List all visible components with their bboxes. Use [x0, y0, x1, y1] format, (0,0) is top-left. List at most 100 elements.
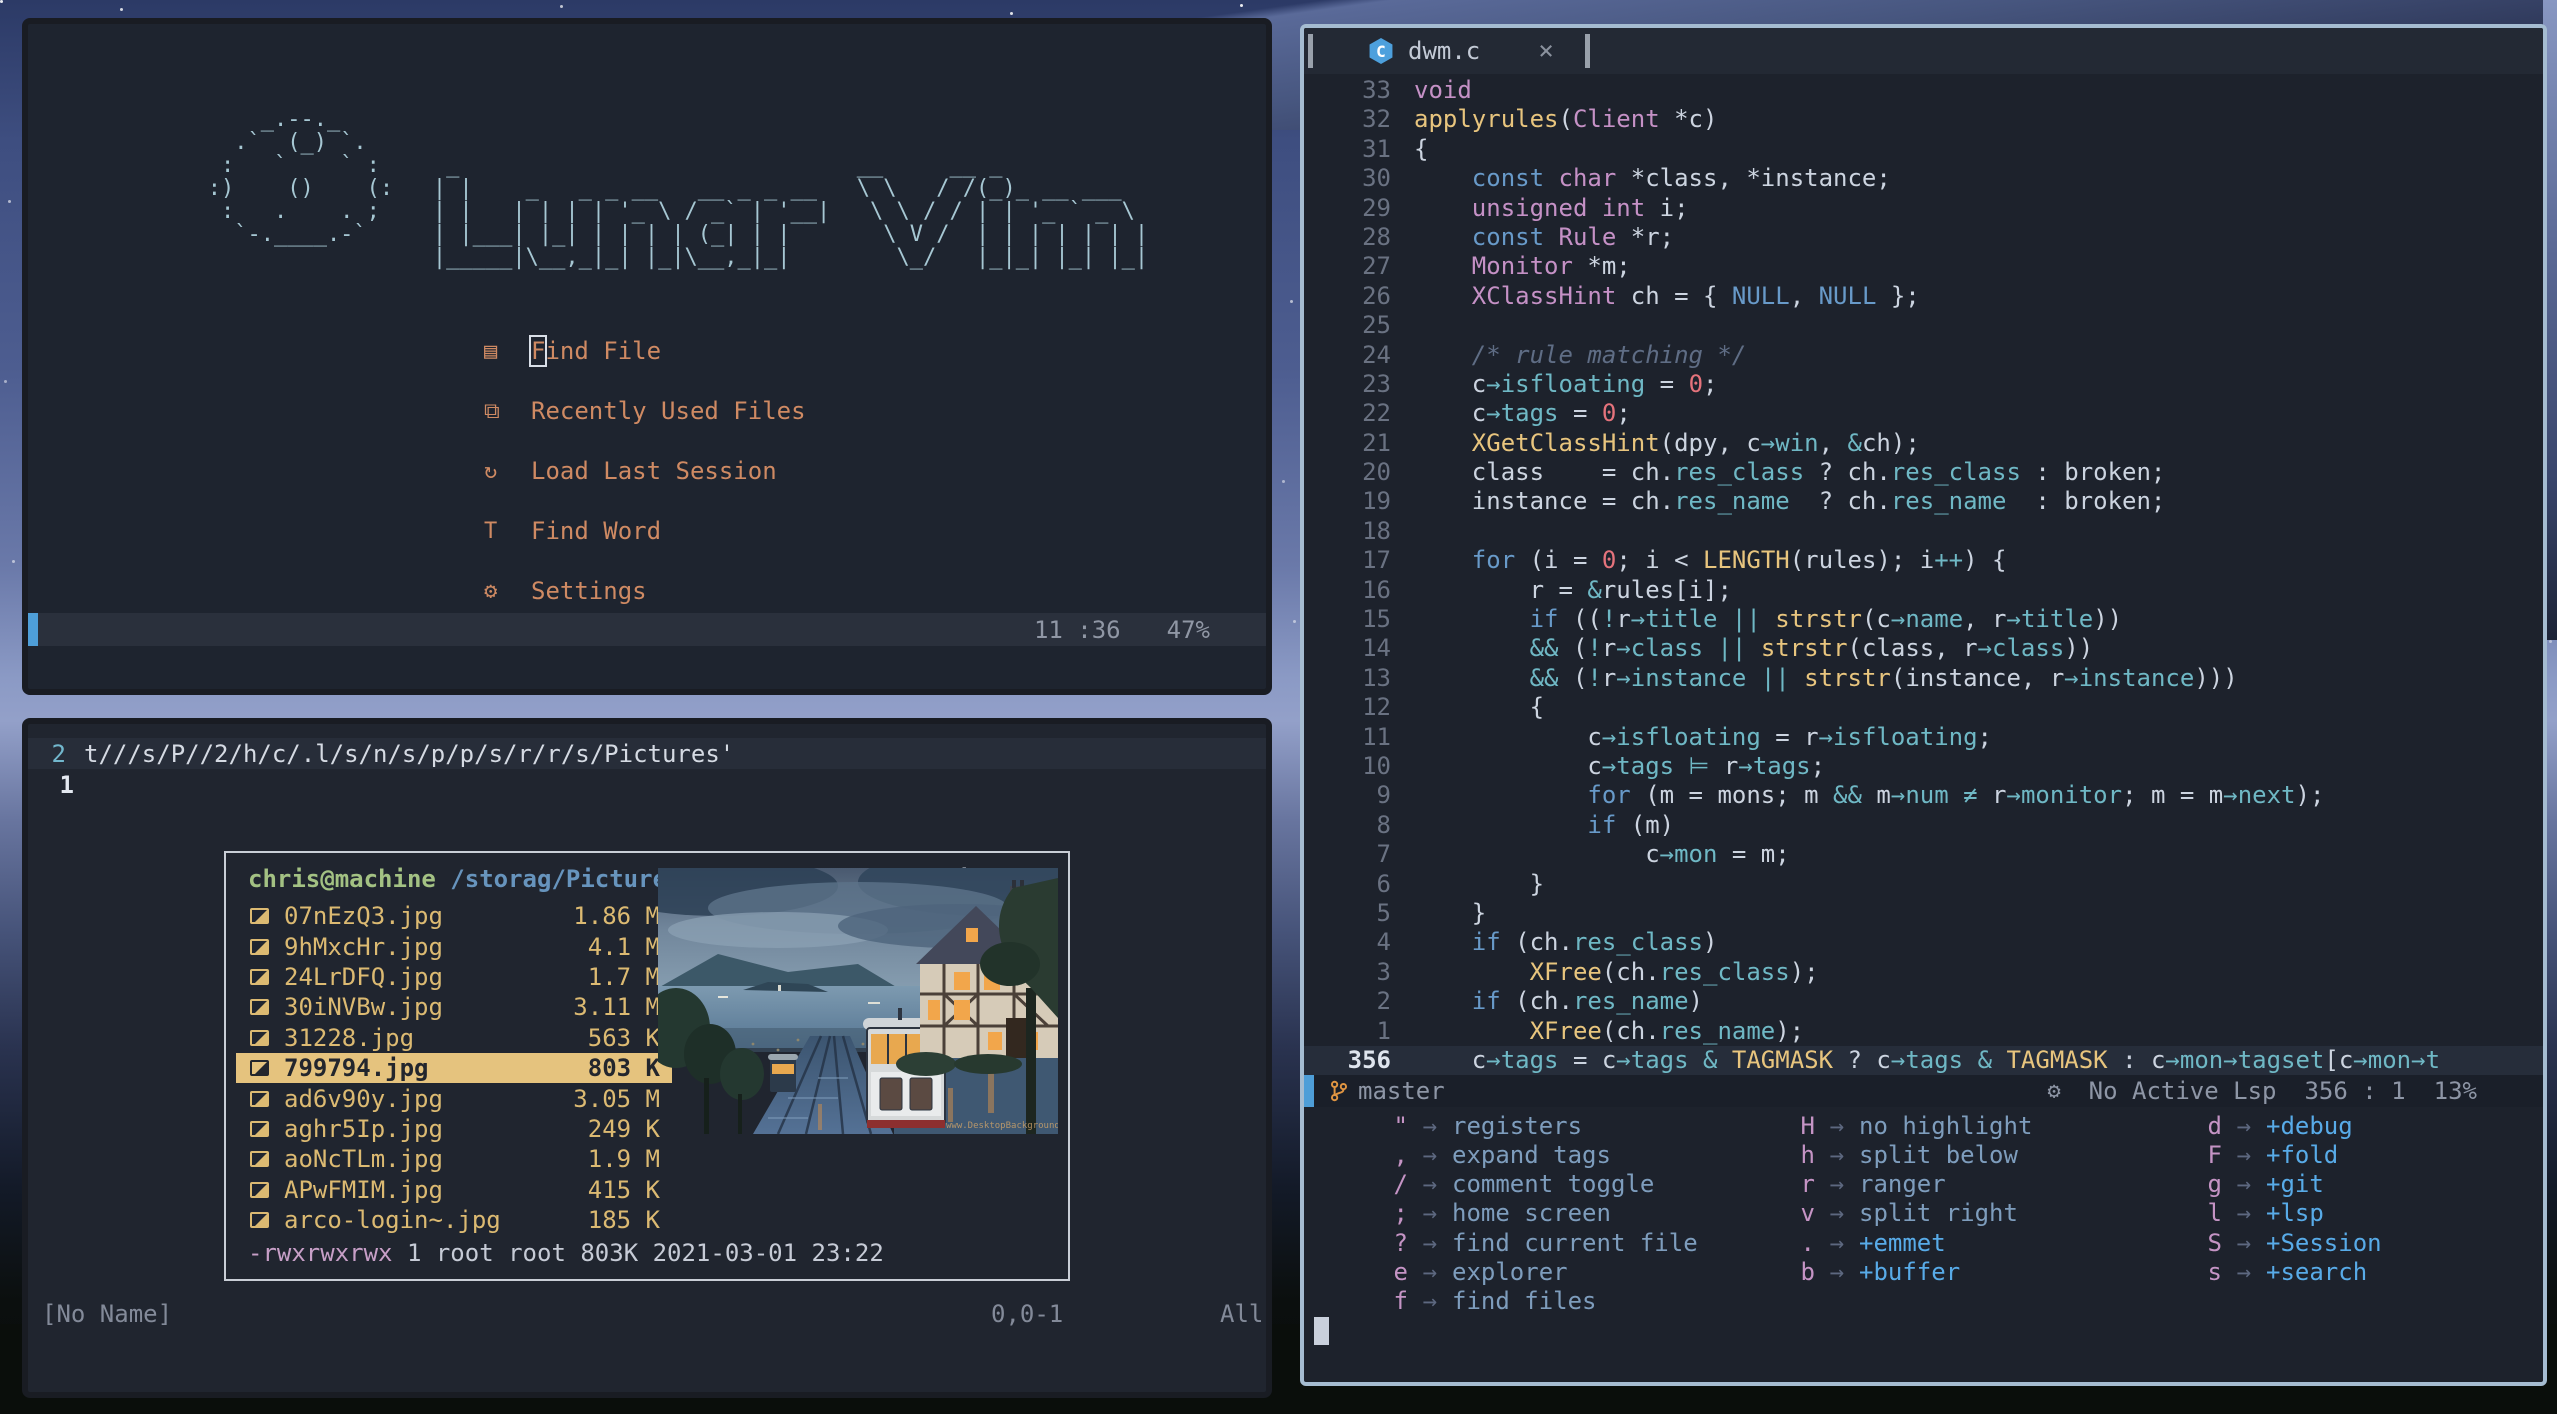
code-line[interactable]: 356 c→tags = c→tags & TAGMASK ? c→tags &… — [1304, 1045, 2543, 1076]
lunarvim-dashboard-window[interactable]: _.--._ .` (_) `. : ` ` : _ __ __ _ :) ()… — [22, 18, 1272, 695]
dashboard-menu-item[interactable]: ⚙ Settings — [484, 576, 806, 606]
code-line[interactable]: 10 c→tags ⊨ r→tags; — [1304, 752, 2543, 781]
code-token: & — [1703, 1045, 1718, 1074]
code-line[interactable]: 24 /* rule matching */ — [1304, 341, 2543, 370]
code-line[interactable]: 22 c→tags = 0; — [1304, 399, 2543, 428]
image-file-icon — [250, 1090, 269, 1107]
picker-file-row[interactable]: 24LrDFQ.jpg 1.7 M — [236, 962, 672, 992]
code-token: XFree — [1529, 957, 1602, 986]
code-token: (( — [1558, 605, 1602, 634]
file-size: 1.86 M — [573, 902, 660, 931]
code-line[interactable]: 16 r = &rules[i]; — [1304, 576, 2543, 605]
code-line[interactable]: 28 const Rule *r; — [1304, 223, 2543, 252]
picker-file-row[interactable]: 9hMxcHr.jpg 4.1 M — [236, 931, 672, 961]
code-token: *r; — [1616, 222, 1675, 251]
line-number: 3 — [1376, 957, 1391, 986]
code-token: = — [1645, 369, 1689, 398]
code-line[interactable]: 18 — [1304, 517, 2543, 546]
arrow-icon: → — [1829, 1111, 1845, 1140]
code-line[interactable]: 13 && (!r→instance || strstr(instance, r… — [1304, 664, 2543, 693]
code-token: ) — [1688, 987, 1703, 1016]
code-token: ); — [2295, 781, 2325, 810]
code-line[interactable]: 6 } — [1304, 870, 2543, 899]
line-number: 1 — [59, 771, 74, 799]
picker-file-row[interactable]: 799794.jpg 803 K — [236, 1052, 672, 1084]
code-editor-area[interactable]: 33 void 32 applyrules(Client *c) 31 { 30… — [1304, 74, 2543, 1076]
code-line[interactable]: 14 && (!r→class || strstr(class, r→class… — [1304, 634, 2543, 663]
code-line[interactable]: 26 XClassHint ch = { NULL, NULL }; — [1304, 282, 2543, 311]
code-line[interactable]: 12 { — [1304, 693, 2543, 722]
code-line[interactable]: 21 XGetClassHint(dpy, c→win, &ch); — [1304, 429, 2543, 458]
dashboard-menu-item[interactable]: ↻ Load Last Session — [484, 456, 806, 486]
code-line[interactable]: 17 for (i = 0; i < LENGTH(rules); i++) { — [1304, 546, 2543, 575]
dashboard-menu-item[interactable]: T Find Word — [484, 516, 806, 546]
code-line[interactable]: 27 Monitor *m; — [1304, 252, 2543, 281]
picker-file-row[interactable]: 07nEzQ3.jpg 1.86 M — [236, 901, 672, 931]
code-token: )) — [2093, 605, 2123, 634]
code-line[interactable]: 20 class = ch.res_class ? ch.res_class :… — [1304, 458, 2543, 487]
tab-dwm-c[interactable]: C dwm.c × — [1368, 36, 1554, 66]
picker-file-row[interactable]: aoNcTLm.jpg 1.9 M — [236, 1144, 672, 1174]
picker-file-row[interactable]: APwFMIM.jpg 415 K — [236, 1175, 672, 1205]
code-line[interactable]: 3 XFree(ch.res_class); — [1304, 958, 2543, 987]
picker-file-row[interactable]: 31228.jpg 563 K — [236, 1023, 672, 1053]
line-number: 30 — [1362, 164, 1391, 193]
code-line[interactable]: 1 XFree(ch.res_name); — [1304, 1017, 2543, 1046]
dashboard-menu-item[interactable]: ▤ Find File — [484, 335, 806, 367]
picker-file-row[interactable]: 30iNVBw.jpg 3.11 M — [236, 992, 672, 1022]
picker-file-row[interactable]: arco-login~.jpg 185 K — [236, 1205, 672, 1235]
whichkey-label: ranger — [1859, 1170, 1946, 1199]
file-name: 31228.jpg — [284, 1023, 415, 1052]
dashboard-scroll-percent: 47% — [1166, 615, 1210, 644]
buffer-line[interactable]: 2 t///s/P//2/h/c/.l/s/n/s/p/p/s/r/r/s/Pi… — [28, 738, 1266, 769]
code-token: ( — [1558, 105, 1573, 134]
code-token: res_class — [1674, 458, 1805, 487]
file-name: 24LrDFQ.jpg — [284, 962, 443, 991]
picker-file-row[interactable]: aghr5Ip.jpg 249 K — [236, 1114, 672, 1144]
code-line[interactable]: 33 void — [1304, 76, 2543, 105]
line-number: 21 — [1362, 428, 1391, 457]
code-token: || — [1717, 634, 1747, 663]
code-line[interactable]: 19 instance = ch.res_name ? ch.res_name … — [1304, 487, 2543, 516]
picker-file-row[interactable]: ad6v90y.jpg 3.05 M — [236, 1083, 672, 1113]
code-line[interactable]: 4 if (ch.res_class) — [1304, 928, 2543, 957]
code-token: next — [2237, 781, 2296, 810]
code-line[interactable]: 29 unsigned int i; — [1304, 194, 2543, 223]
command-line[interactable] — [1304, 1316, 2543, 1346]
code-line-text: for (i = 0; i < LENGTH(rules); i++) { — [1391, 546, 2007, 575]
lunarvim-editor-window[interactable]: C dwm.c × 33 void 32 applyrules(Client *… — [1300, 24, 2547, 1386]
code-line[interactable]: 7 c→mon = m; — [1304, 840, 2543, 869]
arrow-icon: → — [1422, 1170, 1438, 1199]
file-text-icon: ▤ — [484, 338, 498, 364]
code-line[interactable]: 11 c→isfloating = r→isfloating; — [1304, 723, 2543, 752]
file-name: ad6v90y.jpg — [284, 1084, 443, 1113]
code-line-text: unsigned int i; — [1391, 194, 1689, 223]
code-line[interactable]: 23 c→isfloating = 0; — [1304, 370, 2543, 399]
code-line[interactable]: 2 if (ch.res_name) — [1304, 987, 2543, 1016]
arrow-icon: → — [1829, 1228, 1845, 1257]
code-line[interactable]: 5 } — [1304, 899, 2543, 928]
code-line-text: c→isfloating = 0; — [1391, 369, 1718, 399]
code-token: ch); — [1861, 428, 1920, 457]
line-number: 20 — [1362, 458, 1391, 487]
code-line[interactable]: 25 — [1304, 311, 2543, 340]
dashboard-menu-item[interactable]: ⧉ Recently Used Files — [484, 396, 806, 426]
code-token: strstr — [1760, 634, 1848, 663]
code-line[interactable]: 31 { — [1304, 135, 2543, 164]
code-line[interactable]: 8 if (m) — [1304, 811, 2543, 840]
tab-close-icon[interactable]: × — [1538, 36, 1554, 66]
code-token: ; i < — [1616, 546, 1704, 575]
code-line[interactable]: 9 for (m = mons; m && m→num ≠ r→monitor;… — [1304, 781, 2543, 810]
line-number: 12 — [1362, 693, 1391, 722]
code-token: isfloating — [1616, 722, 1761, 751]
code-token: rules[i]; — [1601, 575, 1732, 604]
code-line[interactable]: 30 const char *class, *instance; — [1304, 164, 2543, 193]
terminal-files-window[interactable]: 2 t///s/P//2/h/c/.l/s/n/s/p/p/s/r/r/s/Pi… — [22, 718, 1272, 1398]
code-line[interactable]: 32 applyrules(Client *c) — [1304, 105, 2543, 134]
code-token: num — [1905, 781, 1949, 810]
tab-label: dwm.c — [1408, 37, 1481, 65]
code-line[interactable]: 15 if ((!r→title || strstr(c→name, r→tit… — [1304, 605, 2543, 634]
